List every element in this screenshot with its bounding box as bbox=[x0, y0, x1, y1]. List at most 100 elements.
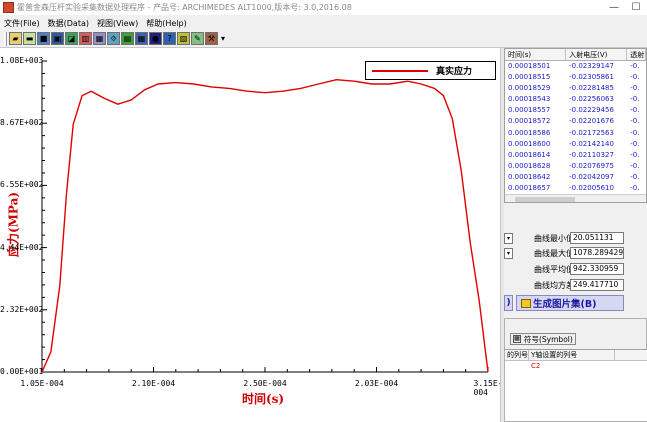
column-list[interactable]: 的列号 Y轴设置的列号 C2 bbox=[505, 349, 647, 421]
table-cell: 0.00018572 bbox=[508, 117, 551, 126]
table-row[interactable]: 0.00018628 -0.02076975 -0. bbox=[505, 161, 646, 172]
table-cell: 0.00018628 bbox=[508, 161, 551, 170]
table-row[interactable]: 0.00018586 -0.02172563 -0. bbox=[505, 128, 646, 139]
table-cell: -0. bbox=[630, 73, 640, 82]
image-icon[interactable]: ▥ bbox=[79, 32, 92, 45]
x-tick-label: 2.03E-004 bbox=[354, 379, 399, 388]
grid-header-incident-voltage[interactable]: 入射电压(V) bbox=[566, 49, 628, 60]
table-row[interactable]: 0.00018543 -0.02256063 -0. bbox=[505, 94, 646, 105]
symbol-button[interactable]: ▦ 符号(Symbol) bbox=[510, 333, 576, 345]
table-row[interactable]: 0.00018614 -0.02110327 -0. bbox=[505, 150, 646, 161]
folder-icon[interactable]: ▬ bbox=[23, 32, 36, 45]
combo-dropdown-2[interactable]: ▾ bbox=[504, 248, 513, 259]
edit-icon[interactable]: ✎ bbox=[191, 32, 204, 45]
table-cell: -0. bbox=[630, 117, 640, 126]
export-icon[interactable]: ◪ bbox=[65, 32, 78, 45]
table-cell: -0.02229456 bbox=[569, 106, 614, 115]
toolbar-grip[interactable] bbox=[4, 31, 7, 46]
table-cell: -0. bbox=[630, 150, 640, 159]
table-cell: -0. bbox=[630, 161, 640, 170]
table-cell: -0. bbox=[630, 84, 640, 93]
table-icon[interactable]: ▦ bbox=[93, 32, 106, 45]
minimize-button[interactable]: — bbox=[603, 0, 625, 15]
list-item[interactable]: C2 bbox=[505, 361, 647, 371]
table-cell: -0. bbox=[630, 106, 640, 115]
menu-data[interactable]: 数据(Data) bbox=[44, 18, 93, 29]
y-tick-label: 8.67E+002 bbox=[0, 118, 44, 128]
table-row[interactable]: 0.00018642 -0.02042097 -0. bbox=[505, 172, 646, 183]
table-cell: -0. bbox=[630, 128, 640, 137]
y-tick-label: 1.08E+003 bbox=[0, 56, 44, 65]
table-cell: 0.00018557 bbox=[508, 106, 551, 115]
list-cell-x bbox=[505, 361, 529, 371]
open-icon[interactable]: ▰ bbox=[9, 32, 22, 45]
table-cell: 0.00018657 bbox=[508, 184, 551, 193]
x-tick-label: 2.50E-004 bbox=[243, 379, 287, 388]
generate-images-button[interactable]: 生成图片集(B) bbox=[516, 295, 624, 311]
clipped-button[interactable]: ) bbox=[504, 295, 513, 311]
menu-help[interactable]: 帮助(Help) bbox=[142, 18, 190, 29]
disk-icon[interactable]: ▣ bbox=[51, 32, 64, 45]
chart-area: 真实应力 应力(MPa) 时间(s) 0.00E+001 2.32E+002 4.4… bbox=[0, 48, 502, 422]
chart-legend: 真实应力 bbox=[365, 61, 496, 80]
app-window: 霍普金森压杆实验采集数据处理程序 - 产品号: ARCHIMEDES ALT10… bbox=[0, 0, 647, 422]
save-icon[interactable]: ■ bbox=[37, 32, 50, 45]
data-grid[interactable]: 时间(s) 入射电压(V) 透射 0.00018501 -0.02329147 -0… bbox=[504, 48, 647, 203]
zoom-icon[interactable]: ● bbox=[149, 32, 162, 45]
series-panel: ▦ 符号(Symbol) 的列号 Y轴设置的列号 C2 bbox=[504, 318, 647, 422]
chevron-down-icon: ▾ bbox=[506, 250, 510, 257]
grid-horizontal-scrollbar[interactable] bbox=[505, 194, 646, 202]
stat-max-value[interactable]: 1078.289429 bbox=[570, 247, 624, 259]
table-row[interactable]: 0.00018557 -0.02229456 -0. bbox=[505, 105, 646, 116]
table-row[interactable]: 0.00018529 -0.02281485 -0. bbox=[505, 83, 646, 94]
toolbar-overflow-icon[interactable]: ▾ bbox=[221, 34, 225, 43]
stat-stddev-value[interactable]: 249.417710 bbox=[570, 279, 624, 291]
table-cell: 0.00018515 bbox=[508, 73, 551, 82]
table-cell: -0.02076975 bbox=[569, 161, 614, 170]
chart-icon[interactable]: ▤ bbox=[121, 32, 134, 45]
help-icon[interactable]: ▨ bbox=[177, 32, 190, 45]
title-bar: 霍普金森压杆实验采集数据处理程序 - 产品号: ARCHIMEDES ALT10… bbox=[0, 0, 647, 15]
table-cell: 0.00018600 bbox=[508, 139, 551, 148]
legend-line-swatch bbox=[372, 69, 428, 72]
grid-icon[interactable]: ▦ bbox=[135, 32, 148, 45]
table-cell: 0.00018642 bbox=[508, 172, 551, 181]
y-tick-label: 6.55E+002 bbox=[0, 180, 44, 190]
stat-min-value[interactable]: 20.051131 bbox=[570, 232, 624, 244]
maximize-button[interactable]: ☐ bbox=[625, 0, 647, 15]
x-axis-label: 时间(s) bbox=[242, 392, 285, 406]
tool-icon[interactable]: ⚒ bbox=[205, 32, 218, 45]
right-panel: 时间(s) 入射电压(V) 透射 0.00018501 -0.02329147 -0… bbox=[504, 48, 647, 422]
y-tick-label: 2.32E+002 bbox=[0, 304, 44, 314]
table-row[interactable]: 0.00018515 -0.02305861 -0. bbox=[505, 72, 646, 83]
generate-images-label: 生成图片集(B) bbox=[533, 299, 597, 310]
grid-header-transmitted[interactable]: 透射 bbox=[627, 49, 646, 60]
symbol-label: 符号(Symbol) bbox=[524, 334, 573, 344]
grid-header-time[interactable]: 时间(s) bbox=[505, 49, 567, 60]
table-cell: 0.00018586 bbox=[508, 128, 551, 137]
x-tick-label: 1.05E-004 bbox=[20, 379, 64, 388]
table-cell: -0.02256063 bbox=[569, 95, 614, 104]
table-cell: -0.02042097 bbox=[569, 172, 614, 181]
table-row[interactable]: 0.00018600 -0.02142140 -0. bbox=[505, 139, 646, 150]
list-header-column[interactable]: 的列号 bbox=[505, 350, 529, 360]
table-cell: -0.02142140 bbox=[569, 139, 614, 148]
table-cell: -0.02305861 bbox=[569, 73, 614, 82]
table-row[interactable]: 0.00018657 -0.02005610 -0. bbox=[505, 183, 646, 194]
app-icon bbox=[3, 2, 14, 13]
list-header-y-column[interactable]: Y轴设置的列号 bbox=[529, 350, 615, 360]
y-tick-label: 0.00E+001 bbox=[0, 367, 44, 376]
table-cell: -0. bbox=[630, 172, 640, 181]
chevron-down-icon: ▾ bbox=[506, 235, 510, 242]
image-set-icon bbox=[521, 298, 531, 308]
filter-icon[interactable]: ⯑ bbox=[107, 32, 120, 45]
table-cell: 0.00018614 bbox=[508, 150, 551, 159]
table-row[interactable]: 0.00018572 -0.02201676 -0. bbox=[505, 116, 646, 127]
stat-mean-value[interactable]: 942.330959 bbox=[570, 263, 624, 275]
table-cell: -0.02172563 bbox=[569, 128, 614, 137]
menu-view[interactable]: 视图(View) bbox=[93, 18, 142, 29]
info-icon[interactable]: ? bbox=[163, 32, 176, 45]
menu-file[interactable]: 文件(File) bbox=[0, 18, 44, 29]
table-row[interactable]: 0.00018501 -0.02329147 -0. bbox=[505, 61, 646, 72]
combo-dropdown-1[interactable]: ▾ bbox=[504, 233, 513, 244]
